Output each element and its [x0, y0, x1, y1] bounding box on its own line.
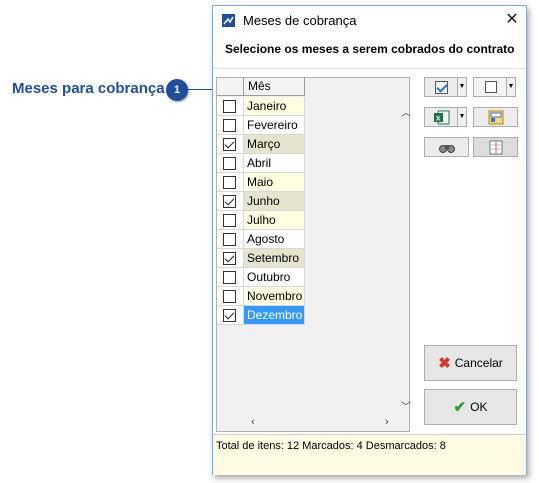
row-checkbox-cell[interactable] — [217, 135, 244, 154]
months-grid: Mês Janeiro Fevereiro Março Abril Maio Junho J… — [216, 77, 411, 432]
grid-rows: Janeiro Fevereiro Março Abril Maio Junho Julho… — [217, 97, 305, 325]
uncheck-all-icon — [485, 81, 497, 93]
ok-button-label: OK — [470, 400, 488, 414]
instruction-divider — [213, 68, 526, 69]
checked-checkbox[interactable] — [223, 195, 236, 208]
close-icon[interactable]: ✕ — [503, 11, 521, 29]
app-icon — [222, 14, 235, 27]
check-all-button[interactable] — [424, 77, 459, 97]
month-name-cell[interactable]: Dezembro — [244, 306, 305, 325]
month-name-cell[interactable]: Maio — [244, 173, 305, 192]
checked-checkbox[interactable] — [223, 309, 236, 322]
month-name-cell[interactable]: Junho — [244, 192, 305, 211]
checked-checkbox[interactable] — [223, 252, 236, 265]
month-name-cell[interactable]: Fevereiro — [244, 116, 305, 135]
scroll-up-icon[interactable]: ︿ — [401, 104, 411, 119]
table-row[interactable]: Junho — [217, 192, 305, 211]
column-header-mes[interactable]: Mês — [244, 78, 305, 96]
callout-label: Meses para cobrança — [12, 80, 165, 97]
cancel-button-label: Cancelar — [454, 356, 503, 370]
check-all-icon — [435, 81, 448, 94]
row-checkbox-cell[interactable] — [217, 230, 244, 249]
table-row[interactable]: Março — [217, 135, 305, 154]
unchecked-checkbox[interactable] — [223, 157, 236, 170]
horizontal-scrollbar[interactable]: ‹ › — [217, 416, 409, 431]
row-checkbox-cell[interactable] — [217, 192, 244, 211]
scroll-left-icon[interactable]: ‹ — [251, 416, 255, 428]
table-row[interactable]: Outubro — [217, 268, 305, 287]
table-row[interactable]: Abril — [217, 154, 305, 173]
row-checkbox-cell[interactable] — [217, 306, 244, 325]
row-checkbox-cell[interactable] — [217, 173, 244, 192]
header-check-column[interactable] — [217, 78, 244, 96]
dialog-window: Meses de cobrança ✕ Selecione os meses a… — [212, 5, 527, 475]
ok-button[interactable]: ✔ OK — [424, 389, 517, 425]
cancel-button[interactable]: ✖ Cancelar — [424, 345, 517, 381]
excel-export-button[interactable]: x — [424, 107, 459, 127]
cancel-x-icon: ✖ — [438, 355, 451, 372]
window-title: Meses de cobrança — [243, 13, 357, 28]
callout-number-badge: 1 — [166, 79, 188, 101]
table-row[interactable]: Julho — [217, 211, 305, 230]
month-name-cell[interactable]: Agosto — [244, 230, 305, 249]
table-row[interactable]: Novembro — [217, 287, 305, 306]
grid-header: Mês — [217, 78, 305, 97]
status-bar: Total de itens: 12 Marcados: 4 Desmarcad… — [213, 434, 526, 475]
table-row[interactable]: Agosto — [217, 230, 305, 249]
excel-export-icon: x — [434, 110, 450, 125]
title-bar[interactable]: Meses de cobrança ✕ — [213, 6, 526, 34]
column-layout-button[interactable] — [473, 107, 518, 127]
month-name-cell[interactable]: Março — [244, 135, 305, 154]
row-checkbox-cell[interactable] — [217, 268, 244, 287]
binoculars-icon — [439, 145, 455, 153]
month-name-cell[interactable]: Novembro — [244, 287, 305, 306]
uncheck-all-button[interactable] — [473, 77, 508, 97]
svg-text:x: x — [436, 114, 441, 123]
scroll-right-icon[interactable]: › — [385, 416, 389, 428]
month-name-cell[interactable]: Outubro — [244, 268, 305, 287]
excel-export-dropdown[interactable]: ▼ — [457, 107, 467, 127]
month-name-cell[interactable]: Abril — [244, 154, 305, 173]
uncheck-all-dropdown[interactable]: ▼ — [506, 77, 516, 97]
unchecked-checkbox[interactable] — [223, 290, 236, 303]
status-text: Total de itens: 12 Marcados: 4 Desmarcad… — [216, 440, 446, 452]
row-checkbox-cell[interactable] — [217, 249, 244, 268]
checked-checkbox[interactable] — [223, 138, 236, 151]
unchecked-checkbox[interactable] — [223, 176, 236, 189]
row-checkbox-cell[interactable] — [217, 287, 244, 306]
row-checkbox-cell[interactable] — [217, 211, 244, 230]
month-name-cell[interactable]: Julho — [244, 211, 305, 230]
table-row[interactable]: Janeiro — [217, 97, 305, 116]
table-row[interactable]: Dezembro — [217, 306, 305, 325]
unchecked-checkbox[interactable] — [223, 233, 236, 246]
check-all-dropdown[interactable]: ▼ — [457, 77, 467, 97]
ok-check-icon: ✔ — [453, 399, 467, 416]
unchecked-checkbox[interactable] — [223, 271, 236, 284]
unchecked-checkbox[interactable] — [223, 100, 236, 113]
search-button[interactable] — [424, 137, 469, 157]
grid-settings-button[interactable] — [473, 137, 518, 157]
row-checkbox-cell[interactable] — [217, 116, 244, 135]
instruction-text: Selecione os meses a serem cobrados do c… — [225, 42, 515, 56]
unchecked-checkbox[interactable] — [223, 214, 236, 227]
table-row[interactable]: Fevereiro — [217, 116, 305, 135]
row-checkbox-cell[interactable] — [217, 154, 244, 173]
table-row[interactable]: Setembro — [217, 249, 305, 268]
column-layout-icon — [488, 110, 504, 125]
unchecked-checkbox[interactable] — [223, 119, 236, 132]
month-name-cell[interactable]: Janeiro — [244, 97, 305, 116]
scroll-down-icon[interactable]: ﹀ — [401, 398, 411, 413]
month-name-cell[interactable]: Setembro — [244, 249, 305, 268]
table-row[interactable]: Maio — [217, 173, 305, 192]
grid-settings-icon — [489, 140, 503, 155]
row-checkbox-cell[interactable] — [217, 97, 244, 116]
